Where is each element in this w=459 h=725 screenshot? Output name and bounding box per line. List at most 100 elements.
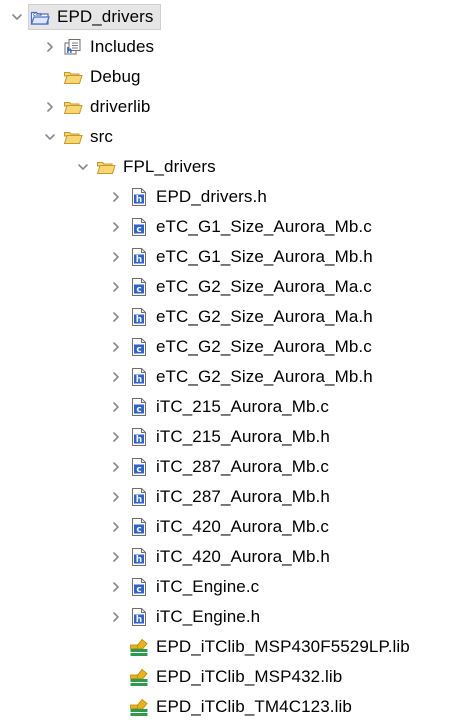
chevron-right-icon[interactable] <box>39 32 61 62</box>
tree-item-label: iTC_287_Aurora_Mb.c <box>156 457 329 476</box>
h-file-icon: h <box>128 246 150 268</box>
chevron-right-icon[interactable] <box>105 452 127 482</box>
tree-item[interactable]: ccs EPD_drivers <box>0 2 459 32</box>
chevron-right-icon[interactable] <box>105 242 127 272</box>
c-file-icon: c <box>128 456 150 478</box>
chevron-right-icon[interactable] <box>105 572 127 602</box>
chevron-right-icon[interactable] <box>105 302 127 332</box>
tree-item-content[interactable]: h Includes <box>61 34 161 60</box>
tree-item-content[interactable]: h iTC_Engine.h <box>127 604 267 630</box>
chevron-right-icon[interactable] <box>105 272 127 302</box>
tree-item[interactable]: c iTC_287_Aurora_Mb.c <box>0 452 459 482</box>
tree-item[interactable]: c iTC_Engine.c <box>0 572 459 602</box>
c-file-icon: c <box>128 396 150 418</box>
tree-item-label: eTC_G1_Size_Aurora_Mb.c <box>156 217 372 236</box>
tree-item-label: Includes <box>90 37 155 56</box>
tree-item[interactable]: h eTC_G1_Size_Aurora_Mb.h <box>0 242 459 272</box>
ccs-project-icon: ccs <box>29 6 51 28</box>
tree-item-label: eTC_G2_Size_Aurora_Mb.h <box>156 367 373 386</box>
tree-item[interactable]: h eTC_G2_Size_Aurora_Ma.h <box>0 302 459 332</box>
svg-text:h: h <box>136 255 142 265</box>
tree-item-content[interactable]: EPD_iTClib_TM4C123.lib <box>127 694 359 720</box>
chevron-right-icon[interactable] <box>105 512 127 542</box>
h-file-icon: h <box>128 546 150 568</box>
tree-item-content[interactable]: FPL_drivers <box>94 154 223 180</box>
tree-item[interactable]: c eTC_G2_Size_Aurora_Mb.c <box>0 332 459 362</box>
chevron-right-icon[interactable] <box>105 602 127 632</box>
h-file-icon: h <box>128 606 150 628</box>
tree-item-content[interactable]: ccs EPD_drivers <box>28 4 161 30</box>
h-file-icon: h <box>128 306 150 328</box>
tree-item-content[interactable]: driverlib <box>61 94 157 120</box>
project-explorer-tree: ccs EPD_drivers h Includes Debug driverlib src… <box>0 2 459 722</box>
chevron-right-icon[interactable] <box>105 392 127 422</box>
tree-item-content[interactable]: c eTC_G2_Size_Aurora_Ma.c <box>127 274 379 300</box>
tree-item-content[interactable]: Debug <box>61 64 148 90</box>
tree-item-content[interactable]: EPD_iTClib_MSP430F5529LP.lib <box>127 634 417 660</box>
tree-item[interactable]: c eTC_G1_Size_Aurora_Mb.c <box>0 212 459 242</box>
tree-item-label: eTC_G2_Size_Aurora_Ma.h <box>156 307 373 326</box>
chevron-right-icon[interactable] <box>105 482 127 512</box>
tree-item-content[interactable]: c iTC_287_Aurora_Mb.c <box>127 454 336 480</box>
tree-item[interactable]: h eTC_G2_Size_Aurora_Mb.h <box>0 362 459 392</box>
tree-item-label: EPD_iTClib_MSP430F5529LP.lib <box>156 637 410 656</box>
tree-item-content[interactable]: src <box>61 124 120 150</box>
c-file-icon: c <box>128 276 150 298</box>
chevron-right-icon[interactable] <box>105 182 127 212</box>
svg-text:ccs: ccs <box>33 12 42 18</box>
tree-item-content[interactable]: h eTC_G1_Size_Aurora_Mb.h <box>127 244 380 270</box>
tree-item[interactable]: h iTC_215_Aurora_Mb.h <box>0 422 459 452</box>
svg-text:h: h <box>136 195 142 205</box>
chevron-down-icon[interactable] <box>72 152 94 182</box>
tree-item[interactable]: h EPD_drivers.h <box>0 182 459 212</box>
tree-item[interactable]: Debug <box>0 62 459 92</box>
tree-item-content[interactable]: c iTC_215_Aurora_Mb.c <box>127 394 336 420</box>
chevron-right-icon[interactable] <box>105 362 127 392</box>
tree-item[interactable]: c iTC_215_Aurora_Mb.c <box>0 392 459 422</box>
tree-item-content[interactable]: h eTC_G2_Size_Aurora_Ma.h <box>127 304 380 330</box>
tree-item[interactable]: h iTC_287_Aurora_Mb.h <box>0 482 459 512</box>
chevron-right-icon[interactable] <box>105 212 127 242</box>
c-file-icon: c <box>128 336 150 358</box>
tree-item-label: EPD_drivers <box>57 7 154 26</box>
chevron-right-icon[interactable] <box>105 422 127 452</box>
tree-item-content[interactable]: c iTC_420_Aurora_Mb.c <box>127 514 336 540</box>
tree-item-content[interactable]: h eTC_G2_Size_Aurora_Mb.h <box>127 364 380 390</box>
c-file-icon: c <box>128 216 150 238</box>
tree-item-content[interactable]: h EPD_drivers.h <box>127 184 274 210</box>
folder-open-icon <box>95 156 117 178</box>
tree-item[interactable]: EPD_iTClib_TM4C123.lib <box>0 692 459 722</box>
chevron-right-icon[interactable] <box>105 332 127 362</box>
tree-item-content[interactable]: EPD_iTClib_MSP432.lib <box>127 664 349 690</box>
tree-item[interactable]: c eTC_G2_Size_Aurora_Ma.c <box>0 272 459 302</box>
tree-item-content[interactable]: c eTC_G1_Size_Aurora_Mb.c <box>127 214 379 240</box>
tree-item-content[interactable]: h iTC_287_Aurora_Mb.h <box>127 484 337 510</box>
tree-item[interactable]: h iTC_Engine.h <box>0 602 459 632</box>
tree-item-content[interactable]: c iTC_Engine.c <box>127 574 266 600</box>
tree-item[interactable]: h Includes <box>0 32 459 62</box>
tree-item[interactable]: EPD_iTClib_MSP430F5529LP.lib <box>0 632 459 662</box>
tree-item-content[interactable]: h iTC_420_Aurora_Mb.h <box>127 544 337 570</box>
tree-item-label: iTC_420_Aurora_Mb.c <box>156 517 329 536</box>
tree-item[interactable]: driverlib <box>0 92 459 122</box>
tree-item[interactable]: EPD_iTClib_MSP432.lib <box>0 662 459 692</box>
tree-item-label: iTC_Engine.h <box>156 607 261 626</box>
tree-item[interactable]: FPL_drivers <box>0 152 459 182</box>
tree-item-content[interactable]: h iTC_215_Aurora_Mb.h <box>127 424 337 450</box>
svg-text:h: h <box>136 555 142 565</box>
tree-item-label: eTC_G2_Size_Aurora_Mb.c <box>156 337 372 356</box>
chevron-down-icon[interactable] <box>6 2 28 32</box>
tree-item[interactable]: src <box>0 122 459 152</box>
library-file-icon <box>128 666 150 688</box>
tree-item-label: FPL_drivers <box>123 157 216 176</box>
tree-item[interactable]: h iTC_420_Aurora_Mb.h <box>0 542 459 572</box>
chevron-right-icon[interactable] <box>105 542 127 572</box>
h-file-icon: h <box>128 186 150 208</box>
tree-item[interactable]: c iTC_420_Aurora_Mb.c <box>0 512 459 542</box>
chevron-right-icon[interactable] <box>39 92 61 122</box>
tree-item-content[interactable]: c eTC_G2_Size_Aurora_Mb.c <box>127 334 379 360</box>
chevron-down-icon[interactable] <box>39 122 61 152</box>
